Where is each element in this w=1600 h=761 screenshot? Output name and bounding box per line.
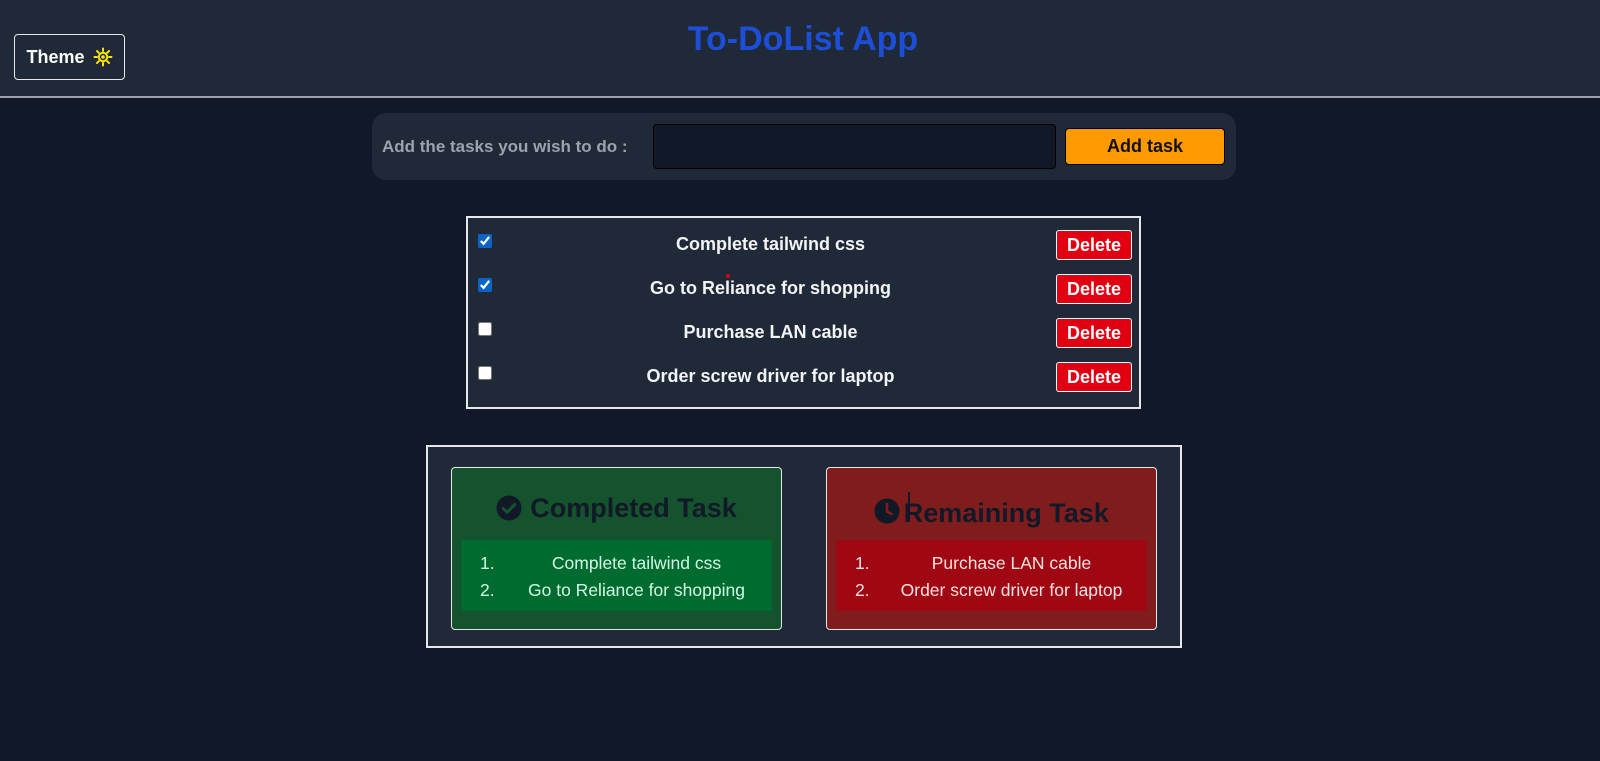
app-header: Theme To-DoList App — [0, 0, 1600, 98]
task-row: Go to Reliance for shopping Delete — [468, 274, 1139, 307]
add-task-bar: Add the tasks you wish to do : Add task — [372, 113, 1236, 180]
task-summary: Completed Task 1. Complete tailwind css … — [426, 445, 1182, 648]
delete-button[interactable]: Delete — [1056, 230, 1132, 260]
task-text: Go to Reliance for shopping — [649, 278, 891, 298]
task-text: Purchase LAN cable — [683, 322, 858, 342]
list-item-text: Complete tailwind css — [551, 553, 722, 573]
list-item-number: 1. — [855, 553, 870, 573]
clock-icon — [874, 498, 900, 524]
completed-task-title: Completed Task — [530, 493, 737, 523]
list-item-text: Order screw driver for laptop — [900, 580, 1123, 600]
check-circle-icon — [496, 495, 522, 521]
remaining-task-heading: Remaining Task — [827, 492, 1156, 529]
list-item-number: 2. — [480, 580, 495, 600]
list-item: 2. Go to Reliance for shopping — [461, 577, 772, 604]
list-item-text: Go to Reliance for shopping — [528, 580, 745, 600]
task-row: Purchase LAN cable Delete — [468, 318, 1139, 351]
list-item-text: Purchase LAN cable — [931, 553, 1092, 573]
add-task-button[interactable]: Add task — [1065, 128, 1225, 165]
add-task-label: Add the tasks you wish to do : — [382, 137, 628, 156]
task-text: Order screw driver for laptop — [646, 366, 895, 386]
task-input[interactable] — [653, 124, 1056, 169]
completed-task-card: Completed Task 1. Complete tailwind css … — [451, 467, 782, 630]
list-item-number: 2. — [855, 580, 870, 600]
list-item: 1. Purchase LAN cable — [836, 550, 1147, 577]
remaining-task-title: Remaining Task — [903, 498, 1109, 528]
delete-button[interactable]: Delete — [1056, 362, 1132, 392]
task-text: Complete tailwind css — [675, 234, 866, 254]
remaining-task-list: 1. Purchase LAN cable 2. Order screw dri… — [836, 540, 1147, 611]
delete-button[interactable]: Delete — [1056, 318, 1132, 348]
list-item: 1. Complete tailwind css — [461, 550, 772, 577]
task-list: Complete tailwind css Delete Go to Relia… — [466, 216, 1141, 409]
list-item-number: 1. — [480, 553, 495, 573]
app-title: To-DoList App — [687, 20, 919, 58]
list-item: 2. Order screw driver for laptop — [836, 577, 1147, 604]
task-row: Complete tailwind css Delete — [468, 230, 1139, 278]
completed-task-heading: Completed Task — [452, 492, 781, 524]
completed-task-list: 1. Complete tailwind css 2. Go to Relian… — [461, 540, 772, 611]
task-row: Order screw driver for laptop Delete — [468, 362, 1139, 395]
delete-button[interactable]: Delete — [1056, 274, 1132, 304]
remaining-task-card: Remaining Task 1. Purchase LAN cable 2. … — [826, 467, 1157, 630]
